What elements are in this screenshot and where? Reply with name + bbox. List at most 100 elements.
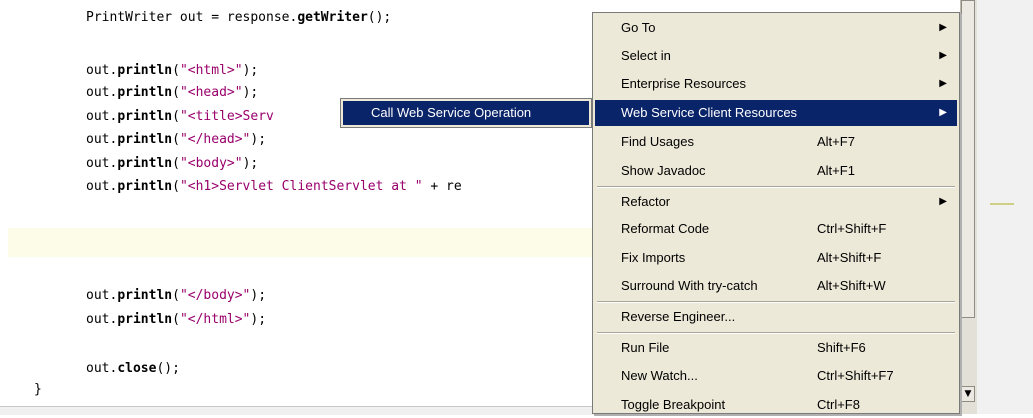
menu-item-shortcut: Alt+F1 (817, 163, 855, 178)
submenu-item-call-web-service-operation[interactable]: Call Web Service Operation (343, 101, 589, 125)
menu-item-label: Refactor (621, 194, 671, 209)
code-method: getWriter (297, 10, 368, 25)
menu-item-shortcut: Ctrl+F8 (817, 397, 860, 412)
code-text: out. (86, 156, 118, 171)
code-text: } (34, 382, 42, 397)
code-text: (); (367, 10, 392, 25)
menu-separator (597, 186, 955, 188)
code-text: ); (250, 132, 267, 147)
menu-item-label: Reformat Code (621, 221, 710, 236)
code-string: "<head>" (179, 85, 243, 100)
code-string: "</html>" (179, 312, 251, 327)
code-text: out. (86, 85, 118, 100)
menu-item-reverse-engineer[interactable]: Reverse Engineer... (595, 304, 957, 330)
code-line: out.println("</html>"); (86, 311, 266, 329)
menu-item-go-to[interactable]: Go To ▶ (595, 15, 957, 41)
menu-item-label: Run File (621, 340, 670, 355)
menu-item-shortcut: Alt+Shift+F (817, 250, 882, 265)
submenu-arrow-icon: ▶ (939, 107, 947, 118)
code-line: out.println("<title>Serv (86, 108, 274, 126)
arrow-down-icon: ▼ (964, 389, 972, 399)
code-text: out. (86, 109, 118, 124)
menu-item-shortcut: Ctrl+Shift+F (817, 221, 887, 236)
code-text: ( (172, 156, 180, 171)
code-text: ); (242, 85, 259, 100)
menu-item-new-watch[interactable]: New Watch... Ctrl+Shift+F7 (595, 363, 957, 389)
code-text: ( (172, 63, 180, 78)
menu-item-label: Go To (621, 20, 656, 35)
menu-item-label: New Watch... (621, 368, 698, 383)
code-text: ( (172, 85, 180, 100)
menu-item-label: Show Javadoc (621, 163, 706, 178)
menu-item-label: Fix Imports (621, 250, 686, 265)
menu-item-toggle-breakpoint[interactable]: Toggle Breakpoint Ctrl+F8 (595, 392, 957, 418)
menu-item-enterprise-resources[interactable]: Enterprise Resources ▶ (595, 71, 957, 97)
menu-item-shortcut: Alt+F7 (817, 134, 855, 149)
scrollbar-thumb[interactable] (961, 0, 975, 318)
code-line: PrintWriter out = response.getWriter(); (86, 9, 391, 27)
submenu-arrow-icon: ▶ (939, 78, 947, 89)
code-line: out.println("</body>"); (86, 287, 266, 305)
code-text: out. (86, 312, 118, 327)
menu-item-show-javadoc[interactable]: Show Javadoc Alt+F1 (595, 158, 957, 184)
code-string: "</body>" (179, 288, 251, 303)
scroll-down-button[interactable]: ▼ (961, 386, 975, 402)
submenu-arrow-icon: ▶ (939, 22, 947, 33)
menu-item-reformat-code[interactable]: Reformat Code Ctrl+Shift+F (595, 216, 957, 242)
code-line: out.close(); (86, 360, 180, 378)
code-method: println (117, 63, 173, 78)
menu-item-run-file[interactable]: Run File Shift+F6 (595, 335, 957, 361)
menu-item-label: Enterprise Resources (621, 76, 746, 91)
code-text: (); (156, 361, 180, 376)
code-string: "<title>Serv (179, 109, 274, 124)
menu-item-label: Surround With try-catch (621, 278, 758, 293)
code-string: "</head>" (179, 132, 251, 147)
code-text: out. (86, 361, 118, 376)
web-service-submenu: Call Web Service Operation (340, 98, 592, 128)
code-line: out.println("<body>"); (86, 155, 258, 173)
code-method: println (117, 156, 173, 171)
menu-item-shortcut: Ctrl+Shift+F7 (817, 368, 894, 383)
menu-item-label: Reverse Engineer... (621, 309, 736, 324)
submenu-item-label: Call Web Service Operation (371, 105, 532, 120)
context-menu: Go To ▶ Select in ▶ Enterprise Resources… (592, 12, 960, 414)
code-text: out. (86, 63, 118, 78)
menu-item-surround-with-try-catch[interactable]: Surround With try-catch Alt+Shift+W (595, 273, 957, 299)
code-text: ( (172, 132, 180, 147)
code-text: out. (86, 288, 118, 303)
code-text: + re (422, 179, 462, 194)
menu-item-shortcut: Alt+Shift+W (817, 278, 886, 293)
submenu-arrow-icon: ▶ (939, 50, 947, 61)
code-text: ( (172, 179, 180, 194)
code-text: ( (172, 312, 180, 327)
menu-item-shortcut: Shift+F6 (817, 340, 866, 355)
menu-item-fix-imports[interactable]: Fix Imports Alt+Shift+F (595, 245, 957, 271)
code-method: println (117, 109, 173, 124)
code-text: out. (86, 179, 118, 194)
code-method: println (117, 288, 173, 303)
menu-separator (597, 301, 955, 303)
menu-item-web-service-client-resources[interactable]: Web Service Client Resources ▶ (595, 100, 957, 126)
menu-item-find-usages[interactable]: Find Usages Alt+F7 (595, 129, 957, 155)
submenu-arrow-icon: ▶ (939, 196, 947, 207)
code-text: ( (172, 109, 180, 124)
code-line: out.println("<head>"); (86, 84, 258, 102)
code-method: println (117, 312, 173, 327)
code-string: "<h1>Servlet ClientServlet at " (179, 179, 423, 194)
code-line: out.println("<html>"); (86, 62, 258, 80)
menu-item-select-in[interactable]: Select in ▶ (595, 43, 957, 69)
code-line: } (34, 381, 42, 399)
code-text: ); (250, 288, 267, 303)
code-text: PrintWriter out = response. (86, 10, 298, 25)
menu-item-label: Toggle Breakpoint (621, 397, 726, 412)
code-method: println (117, 179, 173, 194)
menu-item-refactor[interactable]: Refactor ▶ (595, 189, 957, 215)
menu-item-label: Web Service Client Resources (621, 105, 798, 120)
error-stripe-mark[interactable] (990, 203, 1014, 205)
code-method: println (117, 132, 173, 147)
code-line: out.println("<h1>Servlet ClientServlet a… (86, 178, 462, 196)
code-text: out. (86, 132, 118, 147)
code-string: "<body>" (179, 156, 243, 171)
code-line: out.println("</head>"); (86, 131, 266, 149)
code-string: "<html>" (179, 63, 243, 78)
